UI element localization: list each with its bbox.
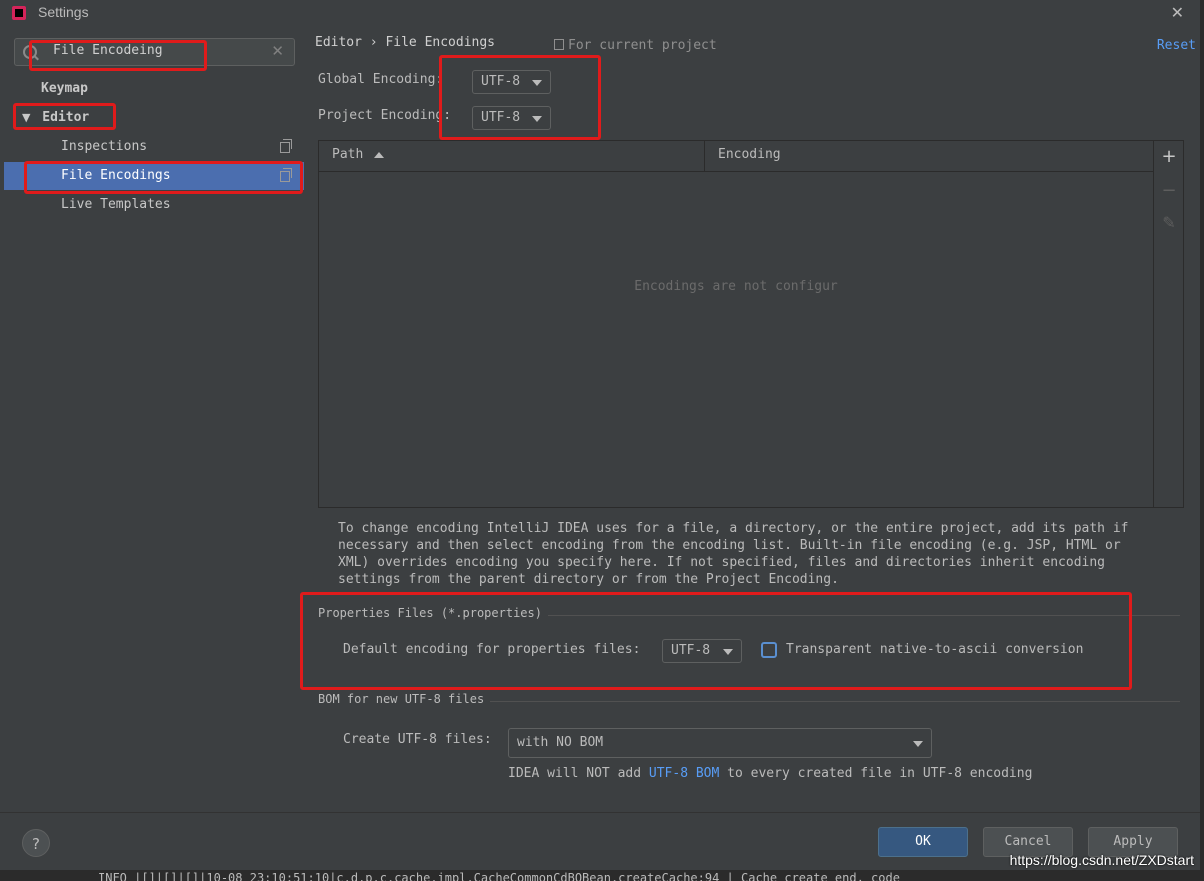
sort-ascending-icon [374, 152, 384, 158]
properties-encoding-value: UTF-8 [671, 643, 711, 658]
create-utf8-label: Create UTF-8 files: [343, 732, 492, 747]
table-header: Path Encoding [319, 141, 1153, 172]
scope-text: For current project [568, 38, 717, 53]
help-line: To change encoding IntelliJ IDEA uses fo… [338, 521, 1129, 536]
help-line: settings from the parent directory or fr… [338, 572, 839, 587]
sidebar-item-inspections[interactable]: Inspections [4, 133, 304, 161]
native-to-ascii-checkbox[interactable] [761, 642, 777, 658]
project-encoding-select[interactable]: UTF-8 [472, 106, 551, 130]
close-icon[interactable]: ✕ [1171, 3, 1184, 22]
reset-link[interactable]: Reset [1157, 38, 1196, 53]
settings-content: Editor › File Encodings For current proj… [304, 26, 1200, 812]
bom-note-text: IDEA will NOT add [508, 766, 649, 781]
clear-search-icon[interactable]: ✕ [271, 42, 284, 60]
project-scope-icon [280, 168, 292, 182]
project-scope-icon [280, 139, 292, 153]
chevron-down-icon [532, 80, 542, 86]
chevron-down-icon [913, 741, 923, 747]
utf8-bom-link[interactable]: UTF-8 BOM [649, 766, 719, 781]
search-input[interactable]: File Encodeing ✕ [14, 38, 295, 66]
create-utf8-value: with NO BOM [517, 735, 604, 750]
watermark: https://blog.csdn.net/ZXDstart [1009, 852, 1194, 868]
sidebar-item-live-templates[interactable]: Live Templates [4, 191, 304, 219]
title-bar: Settings ✕ [0, 0, 1204, 26]
chevron-down-icon [532, 116, 542, 122]
intellij-logo-icon [12, 6, 26, 20]
column-encoding[interactable]: Encoding [718, 147, 781, 162]
add-icon[interactable]: + [1160, 146, 1178, 167]
properties-section-header: Properties Files (*.properties) [318, 606, 1180, 626]
properties-encoding-label: Default encoding for properties files: [343, 642, 641, 657]
properties-section-title: Properties Files (*.properties) [318, 606, 542, 620]
settings-sidebar: File Encodeing ✕ Keymap ▼ Editor Inspect… [4, 26, 304, 812]
window-edge [1200, 0, 1204, 881]
edit-icon[interactable]: ✎ [1160, 213, 1178, 232]
bom-section-header: BOM for new UTF-8 files [318, 692, 1180, 712]
search-icon [23, 45, 37, 59]
sidebar-item-label: Keymap [41, 81, 88, 96]
help-line: necessary and then select encoding from … [338, 538, 1121, 553]
bom-note-text: to every created file in UTF-8 encoding [719, 766, 1033, 781]
empty-table-text: Encodings are not configur [634, 279, 838, 294]
background-log-text: INFO |[]|[]|[]|10-08 23:10:51:10|c.d.p.c… [98, 872, 900, 881]
chevron-down-icon [723, 649, 733, 655]
column-path[interactable]: Path [332, 147, 363, 162]
expand-arrow-icon[interactable]: ▼ [22, 111, 30, 124]
bom-section-title: BOM for new UTF-8 files [318, 692, 485, 706]
global-encoding-value: UTF-8 [481, 74, 521, 89]
sidebar-item-label: Editor [42, 110, 90, 125]
column-divider[interactable] [704, 141, 705, 171]
project-scope-icon [554, 39, 564, 50]
sidebar-item-file-encodings[interactable]: File Encodings [4, 162, 304, 190]
encodings-table[interactable]: Path Encoding Encodings are not configur [318, 140, 1154, 508]
sidebar-item-label: Live Templates [61, 197, 171, 212]
sidebar-item-keymap[interactable]: Keymap [4, 75, 304, 103]
help-description: To change encoding IntelliJ IDEA uses fo… [338, 520, 1158, 588]
window-title: Settings [38, 4, 89, 20]
section-divider [490, 701, 1180, 702]
help-button[interactable]: ? [22, 829, 50, 857]
sidebar-item-label: Inspections [61, 139, 148, 154]
sidebar-item-editor[interactable]: ▼ Editor [4, 104, 304, 132]
search-value: File Encodeing [53, 43, 163, 58]
remove-icon[interactable]: − [1160, 180, 1178, 201]
create-utf8-select[interactable]: with NO BOM [508, 728, 932, 758]
breadcrumb: Editor › File Encodings [315, 35, 496, 50]
project-encoding-label: Project Encoding: [318, 108, 452, 123]
section-divider [548, 615, 1180, 616]
global-encoding-select[interactable]: UTF-8 [472, 70, 551, 94]
ok-button[interactable]: OK [878, 827, 968, 857]
global-encoding-label: Global Encoding: [318, 72, 444, 87]
properties-encoding-select[interactable]: UTF-8 [662, 639, 742, 663]
native-to-ascii-label[interactable]: Transparent native-to-ascii conversion [786, 642, 1083, 657]
table-toolbar: + − ✎ [1154, 140, 1184, 508]
settings-dialog: Settings ✕ File Encodeing ✕ Keymap ▼ Edi… [0, 0, 1204, 881]
sidebar-item-label: File Encodings [61, 168, 171, 183]
scope-label: For current project [554, 38, 717, 53]
project-encoding-value: UTF-8 [481, 110, 521, 125]
bom-note: IDEA will NOT add UTF-8 BOM to every cre… [508, 766, 1032, 781]
help-line: XML) overrides encoding you specify here… [338, 555, 1106, 570]
